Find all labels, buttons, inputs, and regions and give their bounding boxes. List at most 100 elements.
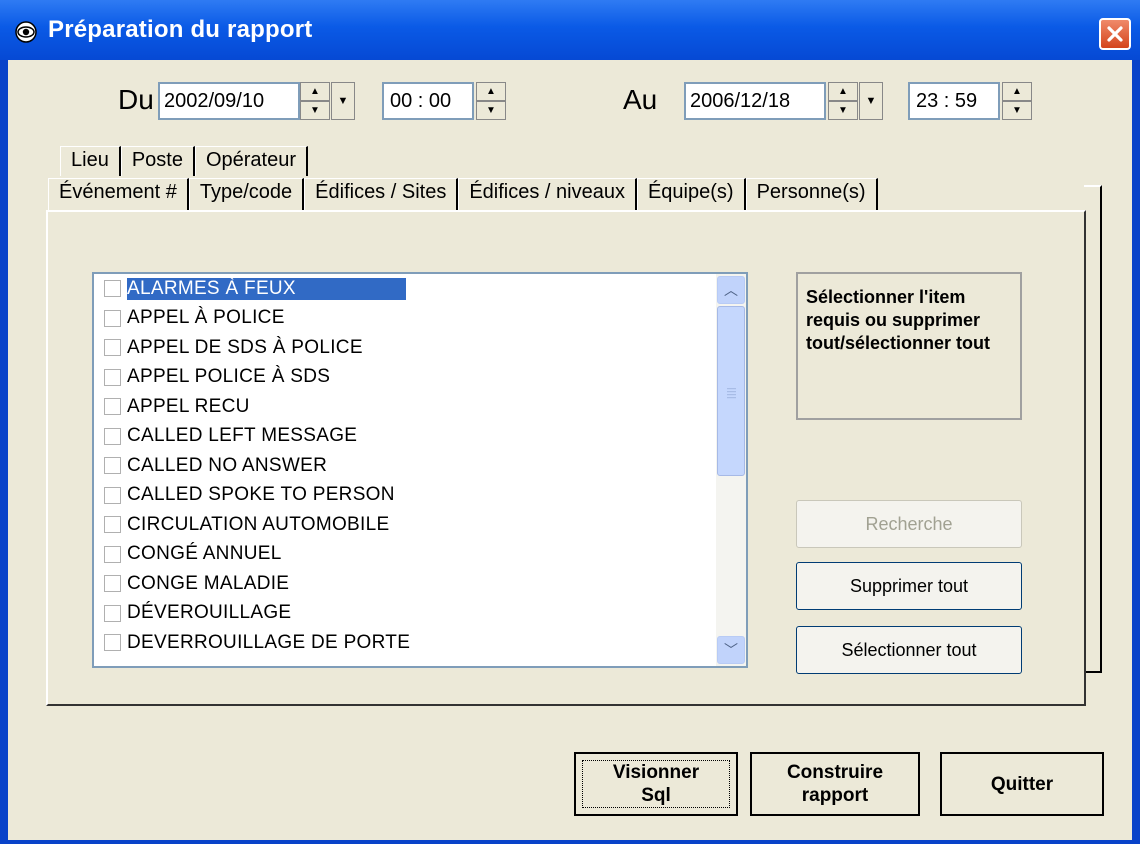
to-label: Au [623, 84, 658, 115]
checkbox[interactable] [104, 309, 121, 327]
instructions-box: Sélectionner l'item requis ou supprimer … [796, 272, 1022, 420]
build-report-label-line1: Construire [786, 762, 884, 783]
arrow-up-icon[interactable]: ▲ [476, 82, 506, 101]
checkbox[interactable] [104, 339, 121, 357]
tab-evenement[interactable]: Événement # [48, 178, 189, 212]
list-item[interactable]: ALARMES À FEUX [94, 274, 714, 304]
select-all-button[interactable]: Sélectionner tout [796, 626, 1022, 674]
checkbox[interactable] [104, 280, 121, 298]
from-date-dropdown[interactable]: ▼ [331, 82, 355, 120]
arrow-up-icon[interactable]: ▲ [828, 82, 858, 101]
scroll-down-button[interactable]: ﹀ [717, 636, 745, 664]
checklist-items: ALARMES À FEUX APPEL À POLICE APPEL DE SDS… [94, 274, 714, 658]
tab-poste[interactable]: Poste [120, 146, 195, 176]
arrow-down-icon[interactable]: ▼ [476, 101, 506, 120]
list-item[interactable]: APPEL RECU [94, 392, 714, 422]
quit-label: Quitter [990, 773, 1054, 795]
chevron-down-icon: ▼ [865, 95, 877, 107]
grip-icon: — — — — [727, 383, 736, 402]
report-window: Préparation du rapport Du 2002/09/10 ▲ ▼… [0, 0, 1140, 844]
from-date-spinner[interactable]: ▲ ▼ [300, 82, 330, 120]
to-date-field[interactable]: 2006/12/18 [684, 82, 826, 120]
tab-personnes[interactable]: Personne(s) [745, 178, 878, 212]
checkbox[interactable] [104, 516, 121, 534]
checkbox[interactable] [104, 604, 121, 622]
arrow-up-icon[interactable]: ▲ [1002, 82, 1032, 101]
tab-operateur[interactable]: Opérateur [194, 146, 309, 176]
build-report-label-line2: rapport [801, 785, 869, 806]
search-button[interactable]: Recherche [796, 500, 1022, 548]
list-item-label: CONGÉ ANNUEL [127, 543, 282, 565]
checkbox[interactable] [104, 575, 121, 593]
list-item-label: CIRCULATION AUTOMOBILE [127, 513, 390, 535]
scrollbar[interactable]: ︿ — — — — ﹀ [716, 274, 746, 666]
tab-row-back: Lieu Poste Opérateur [60, 146, 309, 176]
chevron-down-icon: ﹀ [724, 642, 738, 658]
list-item[interactable]: CALLED LEFT MESSAGE [94, 422, 714, 452]
close-icon [1107, 26, 1123, 42]
list-item[interactable]: CALLED SPOKE TO PERSON [94, 481, 714, 511]
view-sql-button[interactable]: Visionner Sql [574, 752, 738, 816]
tab-type-code[interactable]: Type/code [188, 178, 305, 212]
list-item[interactable]: APPEL DE SDS À POLICE [94, 333, 714, 363]
tab-lieu[interactable]: Lieu [60, 146, 121, 176]
from-label: Du [118, 84, 154, 115]
list-item[interactable]: CONGE MALADIE [94, 569, 714, 599]
list-item[interactable]: CIRCULATION AUTOMOBILE [94, 510, 714, 540]
list-item-label: APPEL DE SDS À POLICE [127, 336, 363, 358]
chevron-down-icon: ▼ [337, 95, 349, 107]
chevron-up-icon: ︿ [724, 282, 738, 298]
from-time-field[interactable]: 00 : 00 [382, 82, 474, 120]
quit-button[interactable]: Quitter [940, 752, 1104, 816]
tab-edifices-niveaux[interactable]: Édifices / niveaux [458, 178, 637, 212]
tab-row-front: Événement # Type/code Édifices / Sites É… [48, 178, 878, 212]
from-time-spinner[interactable]: ▲ ▼ [476, 82, 506, 120]
checkbox[interactable] [104, 457, 121, 475]
title-bar[interactable]: Préparation du rapport [0, 0, 1140, 60]
build-report-button[interactable]: Construire rapport [750, 752, 920, 816]
checkbox[interactable] [104, 634, 121, 652]
to-time-field[interactable]: 23 : 59 [908, 82, 1000, 120]
focus-ring [582, 760, 730, 808]
eye-icon [15, 21, 37, 43]
list-item-label: DÉVEROUILLAGE [127, 602, 292, 624]
list-item[interactable]: CALLED NO ANSWER [94, 451, 714, 481]
list-item[interactable]: CONGÉ ANNUEL [94, 540, 714, 570]
tab-edifices-sites[interactable]: Édifices / Sites [304, 178, 459, 212]
close-button[interactable] [1099, 18, 1131, 50]
tab-panel-back-edge [1084, 185, 1102, 673]
arrow-down-icon[interactable]: ▼ [300, 101, 330, 120]
clear-all-button-label: Supprimer tout [849, 576, 969, 596]
list-item-label: CONGE MALADIE [127, 572, 290, 594]
checkbox[interactable] [104, 368, 121, 386]
to-time-spinner[interactable]: ▲ ▼ [1002, 82, 1032, 120]
checkbox[interactable] [104, 486, 121, 504]
scroll-thumb[interactable]: — — — — [717, 306, 745, 476]
to-date-spinner[interactable]: ▲ ▼ [828, 82, 858, 120]
build-report-label: Construire rapport [787, 761, 883, 807]
clear-all-button[interactable]: Supprimer tout [796, 562, 1022, 610]
arrow-down-icon[interactable]: ▼ [1002, 101, 1032, 120]
list-item-label: APPEL RECU [127, 395, 250, 417]
arrow-up-icon[interactable]: ▲ [300, 82, 330, 101]
checkbox[interactable] [104, 427, 121, 445]
list-item-label: DEVERROUILLAGE DE PORTE [127, 631, 411, 653]
type-code-checklist[interactable]: ALARMES À FEUX APPEL À POLICE APPEL DE SDS… [92, 272, 748, 668]
list-item-label: APPEL POLICE À SDS [127, 366, 331, 388]
select-all-button-label: Sélectionner tout [841, 640, 977, 660]
from-date-field[interactable]: 2002/09/10 [158, 82, 300, 120]
checkbox[interactable] [104, 398, 121, 416]
tab-equipes[interactable]: Équipe(s) [636, 178, 746, 212]
list-item[interactable]: APPEL À POLICE [94, 304, 714, 334]
list-item-label: CALLED LEFT MESSAGE [127, 425, 358, 447]
scroll-up-button[interactable]: ︿ [717, 276, 745, 304]
window-title: Préparation du rapport [48, 16, 313, 43]
list-item[interactable]: DÉVEROUILLAGE [94, 599, 714, 629]
list-item-label: APPEL À POLICE [127, 307, 285, 329]
list-item[interactable]: DEVERROUILLAGE DE PORTE [94, 628, 714, 658]
checkbox[interactable] [104, 545, 121, 563]
to-date-dropdown[interactable]: ▼ [859, 82, 883, 120]
list-item-label: ALARMES À FEUX [127, 277, 406, 300]
arrow-down-icon[interactable]: ▼ [828, 101, 858, 120]
list-item[interactable]: APPEL POLICE À SDS [94, 363, 714, 393]
